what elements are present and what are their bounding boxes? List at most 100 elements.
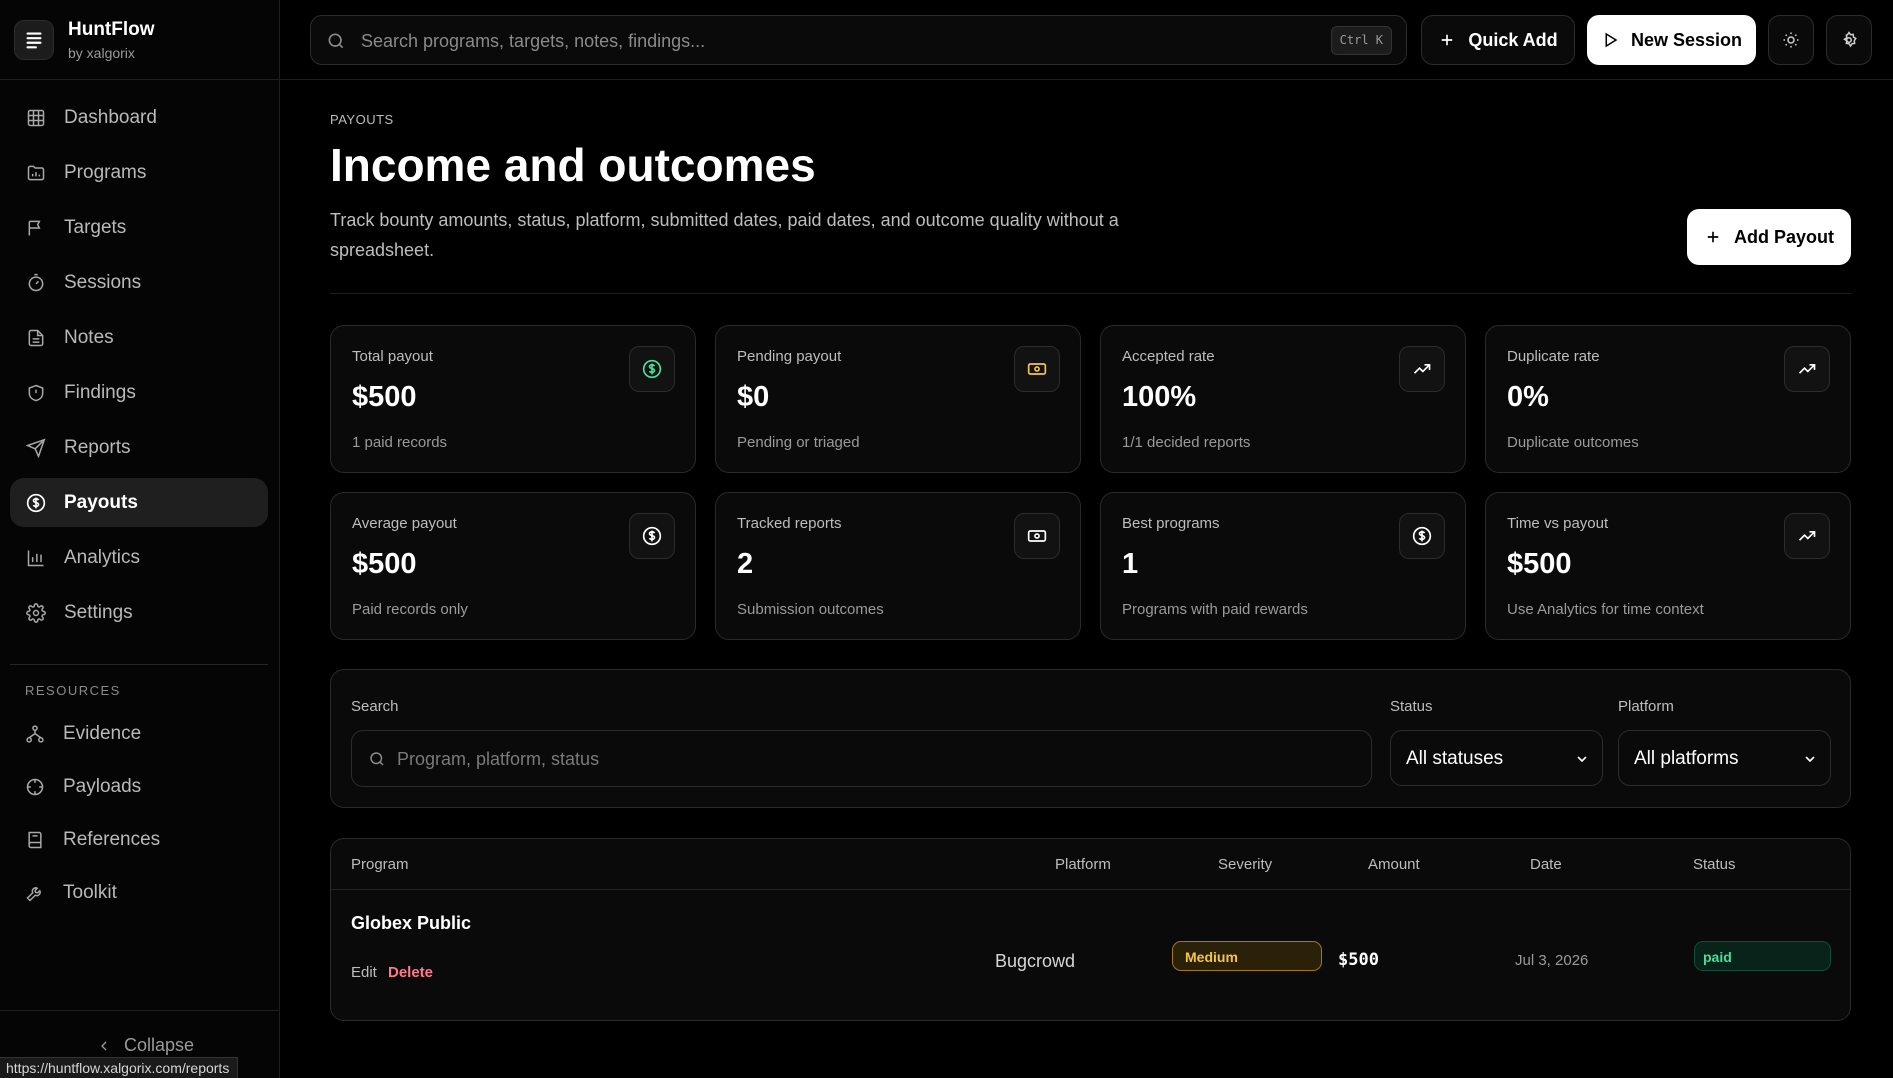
sidebar-item-label: Evidence — [63, 722, 142, 744]
logo-icon — [14, 20, 54, 60]
column-header-amount: Amount — [1368, 856, 1420, 873]
platform-select[interactable]: All platforms — [1618, 730, 1831, 786]
sidebar-item-sessions[interactable]: Sessions — [10, 258, 268, 307]
search-filter-label: Search — [351, 698, 399, 715]
edit-link[interactable]: Edit — [351, 964, 377, 981]
gear-icon — [1843, 31, 1857, 48]
sun-icon — [1783, 32, 1799, 48]
play-icon — [1605, 32, 1618, 48]
new-session-button[interactable]: New Session — [1587, 15, 1756, 65]
sidebar-item-evidence[interactable]: Evidence — [10, 711, 268, 756]
gear-icon — [26, 602, 46, 623]
sidebar-item-references[interactable]: References — [10, 817, 268, 862]
chevron-down-icon — [1577, 756, 1587, 763]
stat-label: Time vs payout — [1507, 515, 1609, 532]
sidebar-item-targets[interactable]: Targets — [10, 203, 268, 252]
column-header-severity: Severity — [1218, 856, 1273, 873]
sidebar-item-label: Toolkit — [63, 881, 117, 903]
platform-filter-label: Platform — [1618, 698, 1674, 715]
dollar-circle-icon — [26, 493, 46, 512]
sidebar-item-reports[interactable]: Reports — [10, 423, 268, 472]
sidebar-item-label: Analytics — [64, 546, 141, 568]
stat-icon-box — [1399, 346, 1445, 392]
stat-card-accepted-rate: Accepted rate 100% 1/1 decided reports — [1100, 325, 1466, 473]
sidebar: HuntFlow by xalgorix Dashboard Programs … — [0, 0, 280, 1078]
brand[interactable]: HuntFlow by xalgorix — [0, 0, 279, 80]
sidebar-item-analytics[interactable]: Analytics — [10, 533, 268, 582]
header-divider — [330, 293, 1851, 294]
stat-icon-box — [629, 346, 675, 392]
add-payout-button[interactable]: Add Payout — [1687, 209, 1851, 265]
search-icon — [328, 33, 344, 49]
stat-subtext: Submission outcomes — [737, 601, 884, 618]
stat-label: Total payout — [352, 348, 433, 365]
amount-cell: $500 — [1338, 950, 1379, 970]
payout-search-input[interactable]: Program, platform, status — [351, 730, 1372, 787]
status-select-value: All statuses — [1406, 748, 1504, 769]
stat-subtext: Duplicate outcomes — [1507, 434, 1639, 451]
sidebar-item-toolkit[interactable]: Toolkit — [10, 870, 268, 915]
stat-subtext: Programs with paid rewards — [1122, 601, 1308, 618]
stat-label: Best programs — [1122, 515, 1220, 532]
trending-up-icon — [1413, 364, 1431, 374]
sidebar-item-label: Payouts — [64, 491, 138, 513]
sidebar-item-programs[interactable]: Programs — [10, 148, 268, 197]
app-root: HuntFlow by xalgorix Dashboard Programs … — [0, 0, 1893, 1078]
quick-add-label: Quick Add — [1468, 29, 1558, 50]
quick-add-button[interactable]: Quick Add — [1421, 15, 1575, 65]
status-select[interactable]: All statuses — [1390, 730, 1603, 786]
sidebar-item-dashboard[interactable]: Dashboard — [10, 93, 268, 142]
page-description: Track bounty amounts, status, platform, … — [330, 210, 1119, 260]
global-search-input[interactable]: Search programs, targets, notes, finding… — [310, 15, 1407, 65]
delete-link[interactable]: Delete — [388, 964, 433, 981]
sidebar-item-findings[interactable]: Findings — [10, 368, 268, 417]
sidebar-item-notes[interactable]: Notes — [10, 313, 268, 362]
search-placeholder: Search programs, targets, notes, finding… — [361, 31, 706, 51]
search-icon — [370, 752, 384, 766]
stat-icon-box — [1784, 346, 1830, 392]
column-header-status: Status — [1693, 856, 1736, 873]
stat-value: $500 — [352, 381, 417, 413]
table-header: Program Platform Severity Amount Date St… — [331, 839, 1850, 890]
resources-heading: RESOURCES — [25, 683, 121, 698]
settings-button[interactable] — [1826, 15, 1872, 65]
stat-card-tracked-reports: Tracked reports 2 Submission outcomes — [715, 492, 1081, 640]
sidebar-item-label: Dashboard — [64, 106, 157, 128]
stat-value: 100% — [1122, 381, 1197, 413]
stat-value: 2 — [737, 548, 754, 580]
stat-subtext: Paid records only — [352, 601, 468, 618]
sidebar-item-payloads[interactable]: Payloads — [10, 764, 268, 809]
trending-up-icon — [1798, 531, 1816, 541]
page-title: Income and outcomes — [330, 139, 816, 191]
sidebar-item-settings[interactable]: Settings — [10, 588, 268, 637]
search-placeholder: Program, platform, status — [397, 749, 600, 769]
browser-status-url: https://huntflow.xalgorix.com/reports — [0, 1057, 239, 1078]
stat-label: Accepted rate — [1122, 348, 1215, 365]
crosshair-icon — [26, 778, 44, 795]
stat-card-time-vs-payout: Time vs payout $500 Use Analytics for ti… — [1485, 492, 1851, 640]
timer-icon — [28, 273, 44, 291]
collapse-button[interactable]: Collapse — [96, 1035, 194, 1056]
banknote-icon — [1027, 363, 1047, 375]
main-nav: Dashboard Programs Targets Sessions Note… — [10, 93, 268, 643]
stat-value: 1 — [1122, 548, 1139, 580]
stat-value: $500 — [1507, 548, 1572, 580]
flag-icon — [28, 220, 41, 235]
filters-panel: Search Program, platform, status Status … — [330, 669, 1851, 808]
stat-icon-box — [629, 513, 675, 559]
sidebar-item-label: Findings — [64, 381, 136, 403]
stat-card-average-payout: Average payout $500 Paid records only — [330, 492, 696, 640]
stat-icon-box — [1014, 513, 1060, 559]
dollar-circle-icon — [642, 526, 662, 546]
theme-toggle-button[interactable] — [1768, 15, 1814, 65]
sidebar-item-payouts[interactable]: Payouts — [10, 478, 268, 527]
platform-cell: Bugcrowd — [995, 951, 1076, 971]
note-icon — [28, 329, 44, 346]
stat-icon-box — [1399, 513, 1445, 559]
chevron-down-icon — [1805, 756, 1815, 763]
add-payout-label: Add Payout — [1733, 226, 1834, 247]
platform-select-value: All platforms — [1634, 748, 1739, 769]
resources-nav: Evidence Payloads References Toolkit — [10, 711, 268, 923]
stat-value: $500 — [352, 548, 417, 580]
sidebar-item-label: Payloads — [63, 775, 142, 797]
